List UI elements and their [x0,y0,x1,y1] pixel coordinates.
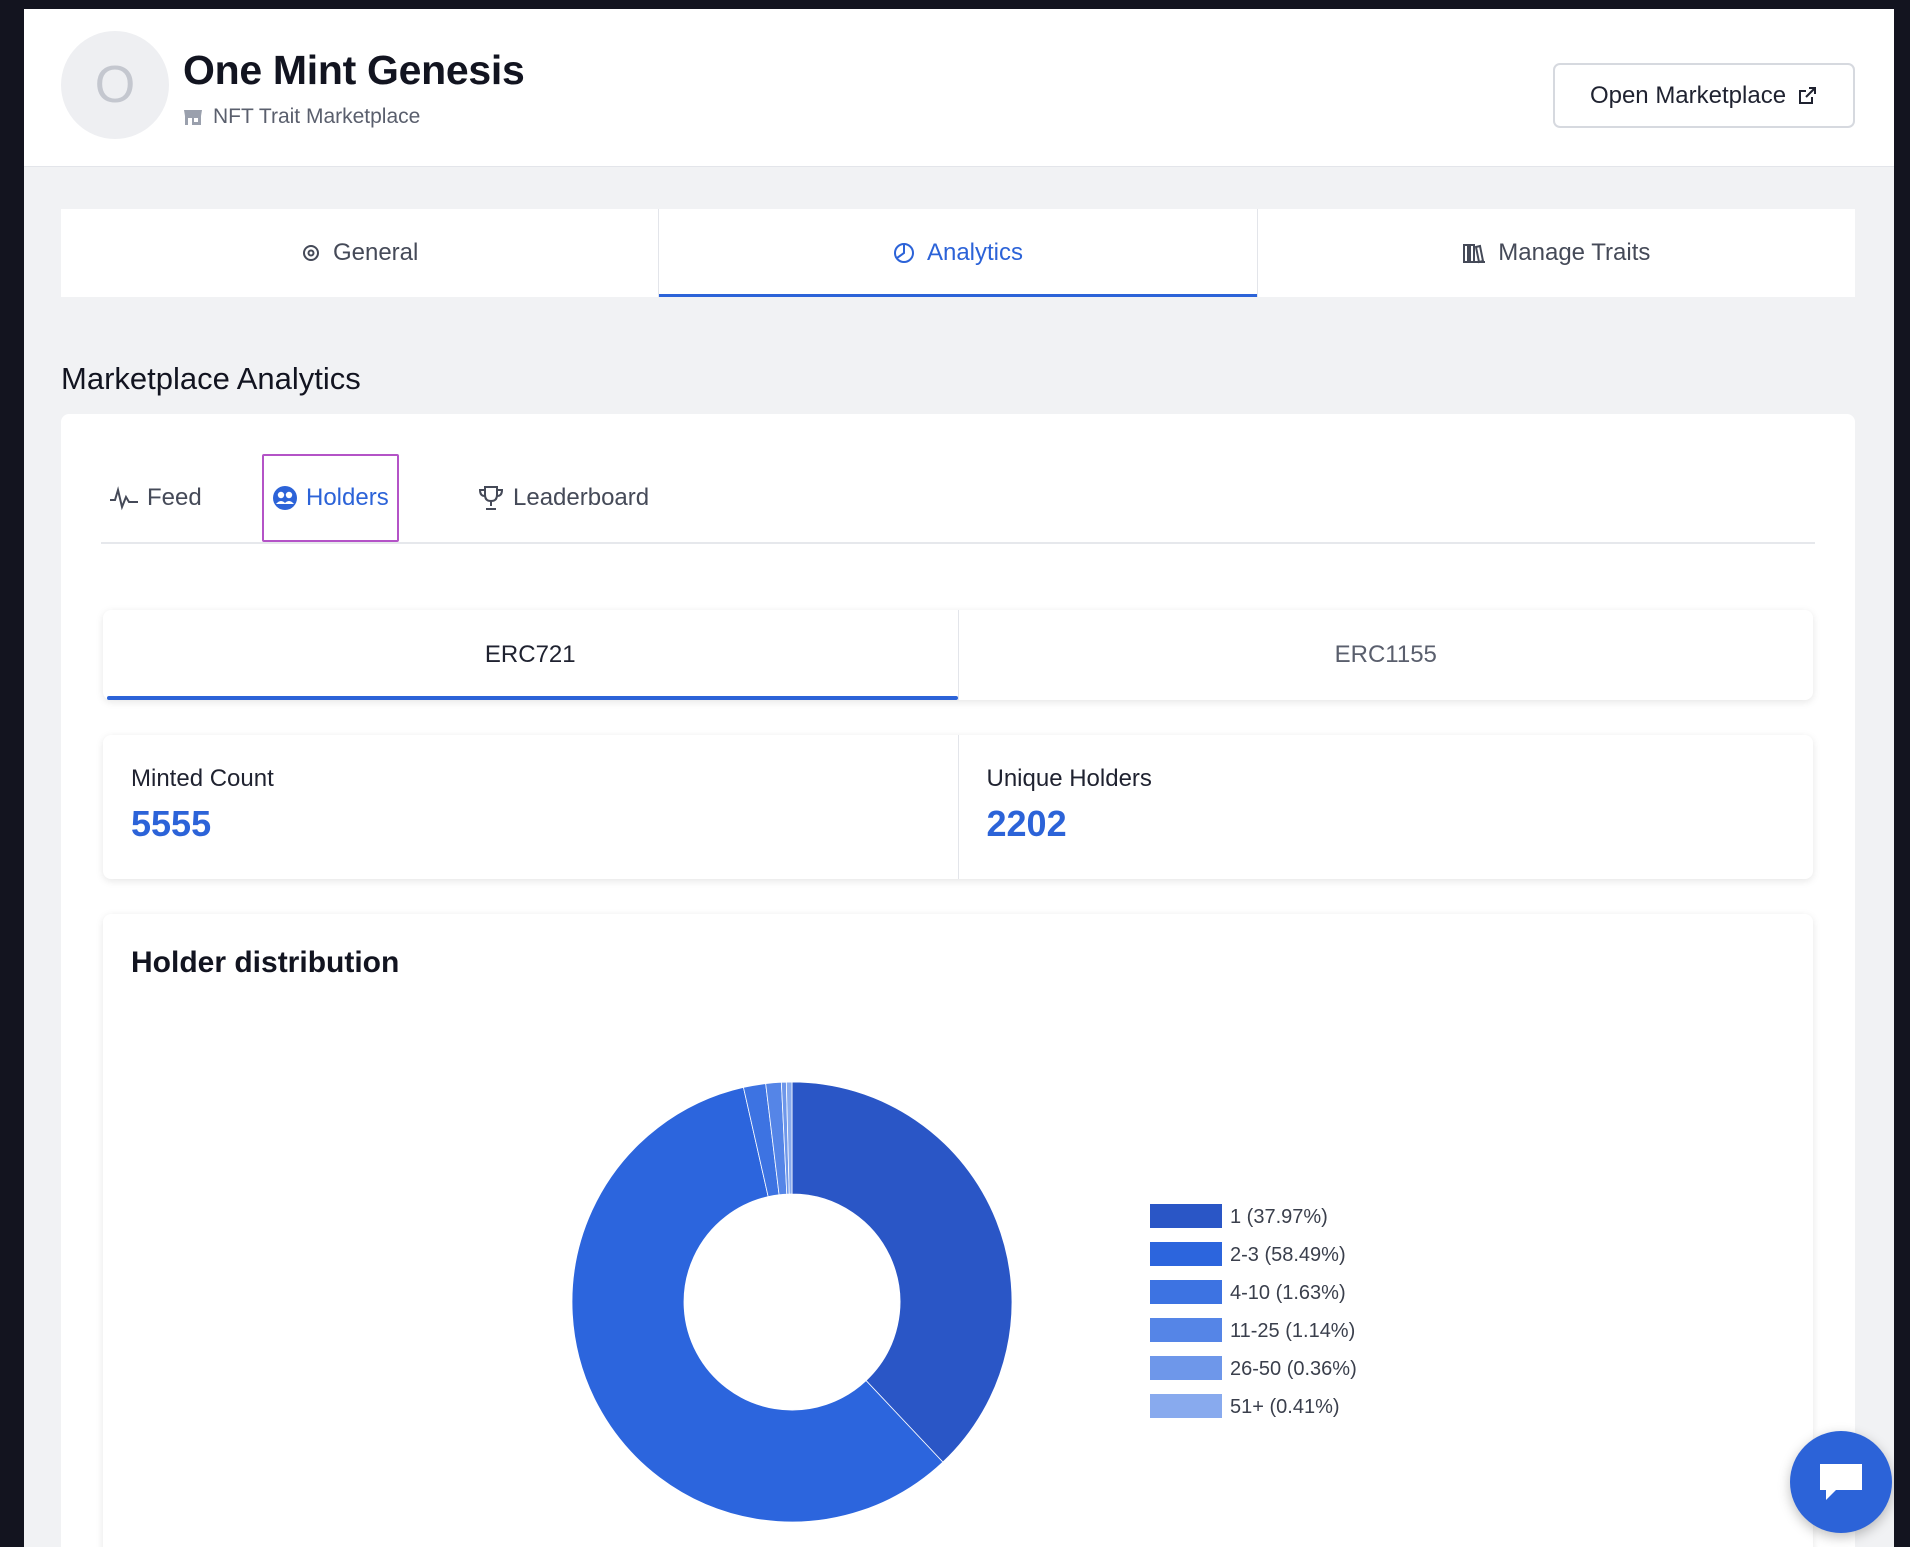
collection-subtitle: NFT Trait Marketplace [213,105,421,128]
activity-icon [109,485,139,511]
section-title: Marketplace Analytics [61,361,361,396]
subtitle-row: NFT Trait Marketplace [183,105,420,129]
legend-swatch [1150,1204,1222,1228]
legend-label: 11-25 (1.14%) [1230,1320,1355,1342]
open-marketplace-button[interactable]: Open Marketplace [1553,63,1855,128]
legend-label: 51+ (0.41%) [1230,1396,1340,1418]
gear-icon [301,243,321,263]
tab-manage-traits[interactable]: Manage Traits [1258,209,1855,297]
legend-swatch [1150,1280,1222,1304]
page-title: One Mint Genesis [183,47,525,93]
chat-icon [1816,1460,1866,1504]
legend-swatch [1150,1394,1222,1418]
trophy-icon [477,484,505,512]
legend-swatch [1150,1242,1222,1266]
top-tabs: General Analytics Manage Traits [61,209,1855,297]
external-link-icon [1796,85,1818,107]
analytics-card: Feed Holders Leaderboard ERC721 ERC1155 … [61,414,1855,1547]
tab-general[interactable]: General [61,209,660,297]
legend-label: 2-3 (58.49%) [1230,1244,1346,1266]
legend-label: 1 (37.97%) [1230,1206,1328,1228]
unique-holders-label: Unique Holders [986,765,1152,792]
tab-leaderboard-label: Leaderboard [513,484,650,511]
tab-analytics-label: Analytics [926,239,1024,266]
collection-header: O One Mint Genesis NFT Trait Marketplace… [24,9,1894,167]
holder-distribution-chart: 1 (37.97%) 2-3 (58.49%) 4-10 (1.63%) 11-25 … [571,1081,1357,1523]
legend-swatch [1150,1356,1222,1380]
tab-holders-label: Holders [306,484,389,511]
legend-label: 4-10 (1.63%) [1230,1282,1346,1304]
minted-count-value: 5555 [131,803,212,844]
chat-button[interactable] [1790,1431,1892,1533]
tab-erc1155[interactable]: ERC1155 [959,610,1814,700]
pie-chart-icon [893,242,915,264]
tab-feed-label: Feed [147,484,202,511]
legend-label: 26-50 (0.36%) [1230,1358,1357,1380]
open-marketplace-label: Open Marketplace [1589,81,1787,109]
analytics-sub-tabs: Feed Holders Leaderboard [101,454,1815,544]
books-icon [1462,242,1486,264]
avatar: O [61,31,169,139]
users-icon [272,485,298,511]
tab-holders[interactable]: Holders [262,454,399,542]
app-frame: O One Mint Genesis NFT Trait Marketplace… [24,9,1894,1547]
unique-holders-value: 2202 [986,803,1067,844]
tab-erc721[interactable]: ERC721 [103,610,959,700]
holder-distribution-card: Holder distribution 1 (37.97%) 2-3 (58.49… [103,914,1813,1547]
token-standard-tabs: ERC721 ERC1155 [103,610,1813,700]
tab-general-label: General [332,239,419,266]
minted-count-stat: Minted Count 5555 [103,735,959,879]
tab-leaderboard[interactable]: Leaderboard [477,454,649,542]
minted-count-label: Minted Count [131,765,274,792]
stats-panel: Minted Count 5555 Unique Holders 2202 [103,735,1813,879]
unique-holders-stat: Unique Holders 2202 [959,735,1814,879]
tab-feed[interactable]: Feed [109,454,202,542]
tab-analytics[interactable]: Analytics [659,209,1258,297]
tab-manage-traits-label: Manage Traits [1498,239,1651,266]
store-icon [183,107,203,127]
legend-swatch [1150,1318,1222,1342]
